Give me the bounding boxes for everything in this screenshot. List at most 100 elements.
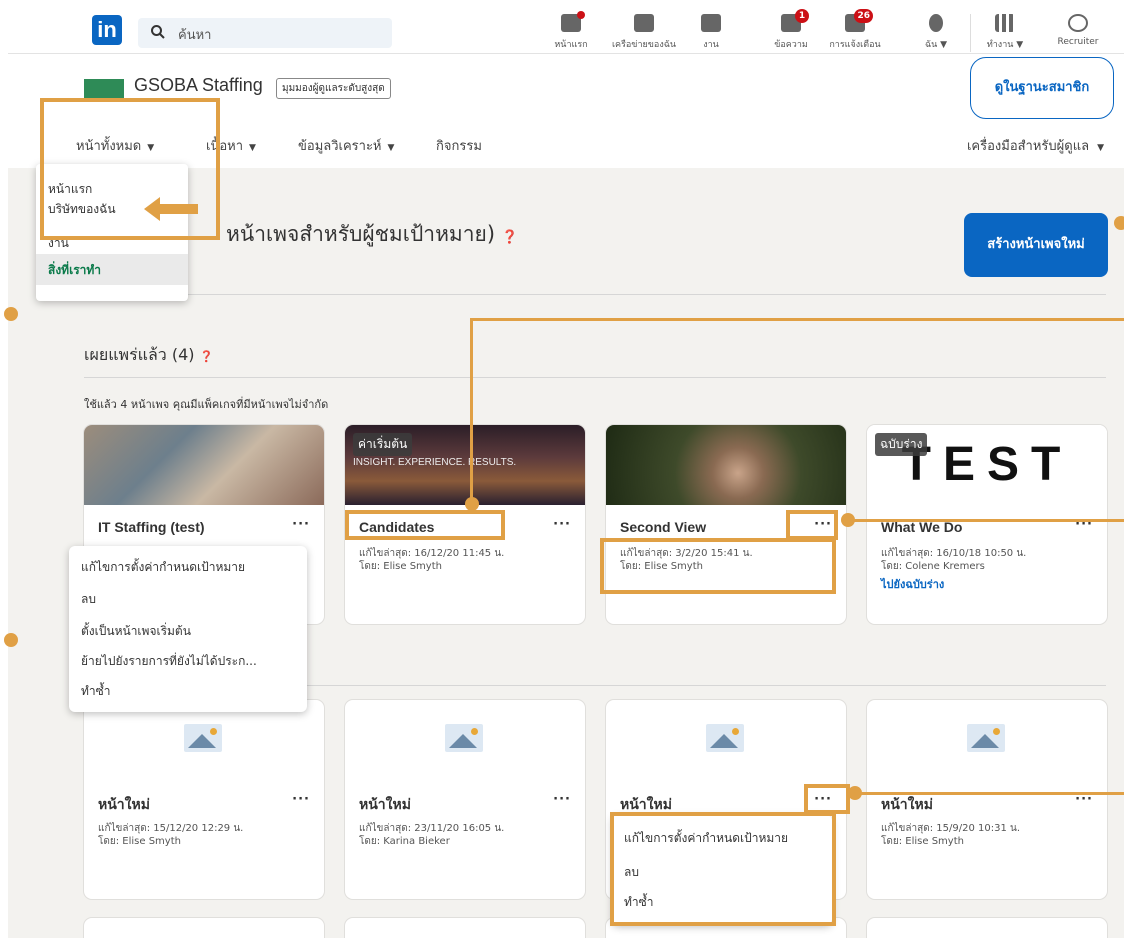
page-card-title: หน้าใหม่: [620, 796, 672, 812]
more-options-button[interactable]: ···: [553, 792, 571, 807]
dropdown-item-what-we-do[interactable]: สิ่งที่เราทำ: [36, 254, 188, 285]
page-card-image-text: INSIGHT. EXPERIENCE. RESULTS.: [353, 457, 517, 468]
go-to-draft-link[interactable]: ไปยังฉบับร่าง: [881, 575, 944, 593]
nav-divider: [970, 14, 971, 52]
notifications-badge: 26: [854, 9, 873, 23]
page-card-image: [84, 425, 324, 505]
top-nav-bar: in ค้นหา หน้าแรก เครือข่ายของฉัน งาน 1 ข…: [8, 8, 1124, 54]
page-card-meta: แก้ไขล่าสุด: 16/10/18 10:50 น. โดย: Colen…: [881, 547, 1026, 573]
tab-analytics[interactable]: ข้อมูลวิเคราะห์ ▼: [298, 135, 394, 156]
more-options-button[interactable]: ···: [814, 792, 832, 807]
nav-me[interactable]: ฉัน ▼: [916, 12, 956, 52]
annotation-line: [470, 318, 473, 498]
create-page-button[interactable]: สร้างหน้าเพจใหม่: [964, 213, 1108, 277]
page-card-meta: แก้ไขล่าสุด: 3/2/20 15:41 น. โดย: Elise S…: [620, 547, 753, 573]
grid-icon: [993, 12, 1017, 34]
page-card-new[interactable]: หน้าใหม่ ··· แก้ไขล่าสุด: 15/9/20 10:31 …: [867, 700, 1107, 899]
status-badge: ค่าเริ่มต้น: [353, 433, 413, 456]
annotation-arrow-icon: [144, 197, 198, 221]
page-card-author: โดย: Elise Smyth: [620, 561, 703, 572]
help-icon[interactable]: ❓: [200, 350, 214, 363]
tab-content-label: เนื้อหา: [206, 139, 244, 154]
network-icon: [632, 12, 656, 34]
page-card-edited: แก้ไขล่าสุด: 16/12/20 11:45 น.: [359, 548, 505, 559]
tab-activity-label: กิจกรรม: [436, 139, 482, 154]
menu-item-move-unpublished[interactable]: ย้ายไปยังรายการที่ยังไม่ได้ประก...: [69, 646, 307, 676]
menu-item-delete[interactable]: ลบ: [69, 584, 307, 616]
nav-my-network[interactable]: เครือข่ายของฉัน: [602, 12, 686, 52]
dropdown-item-home[interactable]: หน้าแรก: [36, 164, 188, 200]
page-card-meta: แก้ไขล่าสุด: 15/12/20 12:29 น. โดย: Elise…: [98, 822, 243, 848]
nav-notifications[interactable]: 26 การแจ้งเตือน: [820, 9, 890, 52]
more-options-button[interactable]: ···: [292, 792, 310, 807]
page-card-new[interactable]: หน้าใหม่ ··· แก้ไขล่าสุด: 23/11/20 16:05…: [345, 700, 585, 899]
page-card-author: โดย: Elise Smyth: [98, 836, 181, 847]
menu-item-set-default[interactable]: ตั้งเป็นหน้าเพจเริ่มต้น: [69, 616, 307, 646]
admin-tools-menu[interactable]: เครื่องมือสำหรับผู้ดูแล ▼: [967, 135, 1104, 156]
dropdown-item-jobs[interactable]: งาน: [36, 228, 188, 254]
page-card-partial: [84, 918, 324, 938]
admin-view-badge: มุมมองผู้ดูแลระดับสูงสุด: [276, 78, 391, 99]
menu-item-duplicate[interactable]: ทำซ้ำ: [69, 676, 307, 706]
image-placeholder-icon: [184, 724, 222, 752]
published-section-title: เผยแพร่แล้ว (4) ❓: [84, 343, 213, 368]
search-input[interactable]: ค้นหา: [138, 18, 392, 48]
tab-activity[interactable]: กิจกรรม: [436, 135, 482, 156]
page-card-title: หน้าใหม่: [98, 796, 150, 812]
divider: [84, 294, 1106, 295]
annotation-line: [470, 318, 1124, 321]
nav-jobs[interactable]: งาน: [696, 12, 726, 52]
help-icon[interactable]: ❓: [502, 230, 518, 245]
briefcase-icon: [699, 12, 723, 34]
more-options-button[interactable]: ···: [553, 517, 571, 532]
nav-home-label: หน้าแรก: [554, 40, 588, 50]
published-section-title-text: เผยแพร่แล้ว (4): [84, 345, 195, 364]
home-icon: [559, 11, 585, 34]
more-options-button[interactable]: ···: [814, 517, 832, 532]
bell-icon: 26: [843, 9, 873, 34]
nav-my-network-label: เครือข่ายของฉัน: [611, 40, 677, 50]
annotation-dot: [4, 307, 18, 321]
more-options-button[interactable]: ···: [292, 517, 310, 532]
page-card-author: โดย: Elise Smyth: [881, 836, 964, 847]
view-as-member-button[interactable]: ดูในฐานะสมาชิก: [970, 57, 1114, 119]
linkedin-logo-icon[interactable]: in: [92, 15, 122, 45]
tab-all-pages-label: หน้าทั้งหมด: [76, 139, 142, 154]
chevron-down-icon: ▼: [1097, 143, 1104, 153]
page-card-what-we-do[interactable]: TEST ฉบับร่าง What We Do ··· แก้ไขล่าสุด…: [867, 425, 1107, 624]
page-card-second-view[interactable]: Second View ··· แก้ไขล่าสุด: 3/2/20 15:4…: [606, 425, 846, 624]
chevron-down-icon: ▼: [249, 143, 256, 153]
menu-item-edit-targeting[interactable]: แก้ไขการตั้งค่ากำหนดเป้าหมาย: [69, 546, 307, 584]
nav-messaging[interactable]: 1 ข้อความ: [766, 9, 816, 52]
page-card-new[interactable]: หน้าใหม่ ··· แก้ไขล่าสุด: 15/12/20 12:29…: [84, 700, 324, 899]
page-card-title: Candidates: [359, 519, 435, 535]
page-card-meta: แก้ไขล่าสุด: 15/9/20 10:31 น. โดย: Elise …: [881, 822, 1020, 848]
menu-item-delete[interactable]: ลบ: [612, 857, 832, 887]
chevron-down-icon: ▼: [147, 143, 155, 153]
page-card-author: โดย: Elise Smyth: [359, 561, 442, 572]
nav-notifications-label: การแจ้งเตือน: [829, 40, 881, 50]
card-context-menu: แก้ไขการตั้งค่ากำหนดเป้าหมาย ลบ ตั้งเป็น…: [69, 546, 307, 712]
page-card-author: โดย: Colene Kremers: [881, 561, 985, 572]
nav-work[interactable]: ทำงาน ▼: [978, 12, 1032, 52]
search-icon: [151, 25, 165, 39]
image-placeholder-icon: [967, 724, 1005, 752]
message-icon: 1: [779, 9, 809, 34]
page-card-partial: [867, 918, 1107, 938]
menu-item-edit-targeting[interactable]: แก้ไขการตั้งค่ากำหนดเป้าหมาย: [612, 815, 832, 857]
tab-all-pages[interactable]: หน้าทั้งหมด ▼: [76, 135, 154, 156]
menu-item-duplicate[interactable]: ทำซ้ำ: [612, 887, 832, 917]
page-card-author: โดย: Karina Bieker: [359, 836, 450, 847]
status-badge: ฉบับร่าง: [875, 433, 928, 456]
nav-home[interactable]: หน้าแรก: [548, 11, 594, 52]
tab-analytics-label: ข้อมูลวิเคราะห์: [298, 139, 382, 154]
page-card-edited: แก้ไขล่าสุด: 15/12/20 12:29 น.: [98, 823, 244, 834]
nav-recruiter[interactable]: Recruiter: [1048, 12, 1108, 52]
page-card-candidates[interactable]: INSIGHT. EXPERIENCE. RESULTS. ค่าเริ่มต้…: [345, 425, 585, 624]
annotation-line: [855, 792, 1124, 795]
company-header: GSOBA Staffing มุมมองผู้ดูแลระดับสูงสุด …: [8, 55, 1124, 168]
page-card-meta: แก้ไขล่าสุด: 16/12/20 11:45 น. โดย: Elise…: [359, 547, 504, 573]
avatar-icon: [924, 12, 948, 34]
tab-content[interactable]: เนื้อหา ▼: [206, 135, 256, 156]
nav-recruiter-label: Recruiter: [1057, 37, 1099, 47]
